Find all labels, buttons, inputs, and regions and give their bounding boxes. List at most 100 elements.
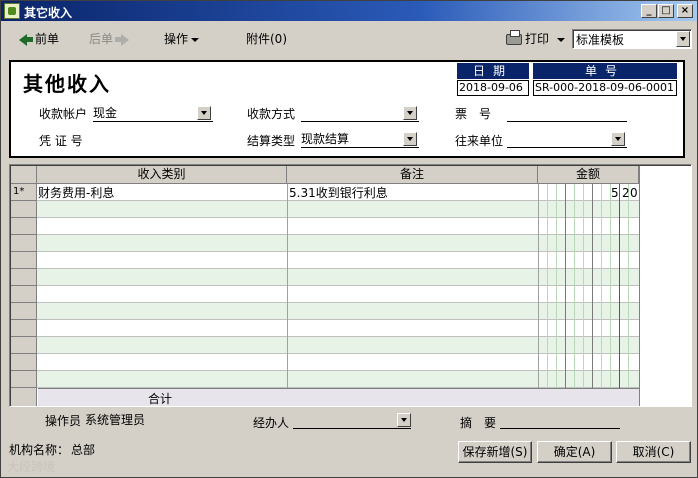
column-header-amount[interactable]: 金额 — [538, 166, 639, 184]
org-label: 机构名称： — [9, 443, 70, 457]
docno-header: 单号 — [533, 63, 677, 79]
total-label: 合计 — [148, 392, 173, 406]
table-row[interactable] — [11, 252, 639, 269]
maximize-button[interactable]: □ — [658, 4, 674, 18]
row-header[interactable] — [11, 235, 37, 252]
digit-separator-line — [547, 184, 548, 406]
template-select[interactable]: 标准模板 — [572, 29, 692, 49]
digit-separator-line — [610, 184, 611, 406]
digit-separator-line — [592, 184, 593, 406]
row-header[interactable] — [11, 303, 37, 320]
app-icon — [4, 3, 20, 19]
prev-button[interactable]: 前单 — [19, 29, 59, 49]
row-header[interactable] — [11, 269, 37, 286]
template-value: 标准模板 — [576, 33, 625, 47]
print-label: 打印 — [525, 32, 550, 46]
digit-separator-line — [565, 184, 566, 406]
title-bar: 其它收入 _ □ × — [1, 1, 697, 21]
total-row: 合计 — [38, 388, 639, 406]
ticket-input[interactable] — [507, 121, 627, 122]
row-header[interactable] — [11, 252, 37, 269]
digit-separator-line — [628, 184, 629, 406]
operator-label: 操作员 — [45, 414, 82, 428]
table-row[interactable] — [11, 269, 639, 286]
table-row[interactable] — [11, 218, 639, 235]
row-header[interactable] — [11, 286, 37, 303]
pay-method-dropdown[interactable] — [403, 106, 417, 120]
total-row-header — [11, 388, 37, 406]
voucher-label: 凭 证 号 — [39, 134, 83, 148]
corner-header — [11, 166, 37, 184]
form-title: 其他收入 — [23, 72, 111, 96]
decimal-separator-line — [619, 184, 620, 406]
income-grid: 收入类别 备注 金额 财务费用-利息 5.31收到银行利息 1* 5 2 0 合… — [9, 164, 692, 407]
row1-amount-digit-1: 5 — [611, 186, 619, 200]
digit-separator-line — [601, 184, 602, 406]
partner-label: 往来单位 — [455, 134, 504, 148]
settle-type-dropdown[interactable] — [403, 132, 417, 146]
chevron-down-icon[interactable] — [676, 31, 690, 47]
account-value: 现金 — [93, 106, 118, 120]
column-header-note[interactable]: 备注 — [287, 166, 538, 184]
handler-dropdown[interactable] — [397, 413, 411, 427]
operations-label: 操作 — [164, 32, 189, 46]
docno-value[interactable]: SR-000-2018-09-06-0001 — [533, 80, 677, 96]
digit-separator-line — [583, 184, 584, 406]
table-row[interactable] — [11, 337, 639, 354]
chevron-down-icon — [191, 37, 200, 42]
row-header[interactable] — [11, 218, 37, 235]
window-title: 其它收入 — [24, 6, 73, 20]
row1-amount-digit-3: 0 — [630, 186, 638, 200]
header-panel: 其他收入 日期 2018-09-06 单号 SR-000-2018-09-06-… — [9, 60, 685, 158]
row-header[interactable] — [11, 320, 37, 337]
cancel-button[interactable]: 取消(C) — [616, 441, 691, 463]
ok-button[interactable]: 确定(A) — [537, 441, 612, 463]
operations-menu[interactable]: 操作 — [164, 29, 200, 49]
row1-number[interactable]: 1* — [11, 184, 37, 201]
settle-type-label: 结算类型 — [247, 134, 296, 148]
table-row[interactable] — [11, 320, 639, 337]
ticket-label: 票 号 — [455, 107, 492, 121]
row1-amount-digit-2: 2 — [622, 186, 630, 200]
attachments-label: 附件(0) — [246, 32, 287, 46]
pay-method-label: 收款方式 — [247, 107, 296, 121]
partner-dropdown[interactable] — [611, 132, 625, 146]
row-header[interactable] — [11, 201, 37, 218]
digit-separator-line — [574, 184, 575, 406]
settle-type-value: 现款结算 — [301, 132, 350, 146]
printer-icon — [506, 30, 522, 45]
row1-note[interactable]: 5.31收到银行利息 — [289, 185, 388, 202]
org-value: 总部 — [71, 443, 96, 457]
arrow-right-icon — [121, 33, 130, 46]
summary-input[interactable] — [500, 428, 620, 429]
main-window: 其它收入 _ □ × 前单 后单 操作 附件(0) 打印 标准模板 其他收入 日… — [0, 0, 698, 478]
account-dropdown[interactable] — [197, 106, 211, 120]
row-header[interactable] — [11, 371, 37, 388]
save-new-button[interactable]: 保存新增(S) — [458, 441, 532, 463]
digit-separator-line — [556, 184, 557, 406]
watermark-logo: 大段跨境 — [7, 460, 56, 474]
row-header[interactable] — [11, 337, 37, 354]
table-row[interactable] — [11, 201, 639, 218]
table-row[interactable] — [11, 286, 639, 303]
next-button[interactable]: 后单 — [89, 29, 130, 49]
chevron-down-icon — [557, 37, 566, 42]
minimize-button[interactable]: _ — [641, 4, 657, 18]
close-button[interactable]: × — [677, 4, 693, 18]
summary-label: 摘 要 — [460, 416, 497, 430]
handler-label: 经办人 — [253, 416, 290, 430]
table-row[interactable] — [11, 235, 639, 252]
toolbar: 前单 后单 操作 附件(0) 打印 标准模板 — [1, 23, 697, 55]
table-row[interactable] — [11, 371, 639, 388]
next-label: 后单 — [89, 32, 114, 46]
date-header: 日期 — [457, 63, 529, 79]
row-header[interactable] — [11, 354, 37, 371]
date-value[interactable]: 2018-09-06 — [457, 80, 529, 96]
column-header-category[interactable]: 收入类别 — [37, 166, 287, 184]
print-button[interactable]: 打印 — [506, 29, 566, 49]
account-label: 收款帐户 — [39, 107, 88, 121]
attachments-button[interactable]: 附件(0) — [246, 29, 287, 49]
row1-category[interactable]: 财务费用-利息 — [38, 185, 114, 202]
table-row[interactable] — [11, 354, 639, 371]
table-row[interactable] — [11, 303, 639, 320]
